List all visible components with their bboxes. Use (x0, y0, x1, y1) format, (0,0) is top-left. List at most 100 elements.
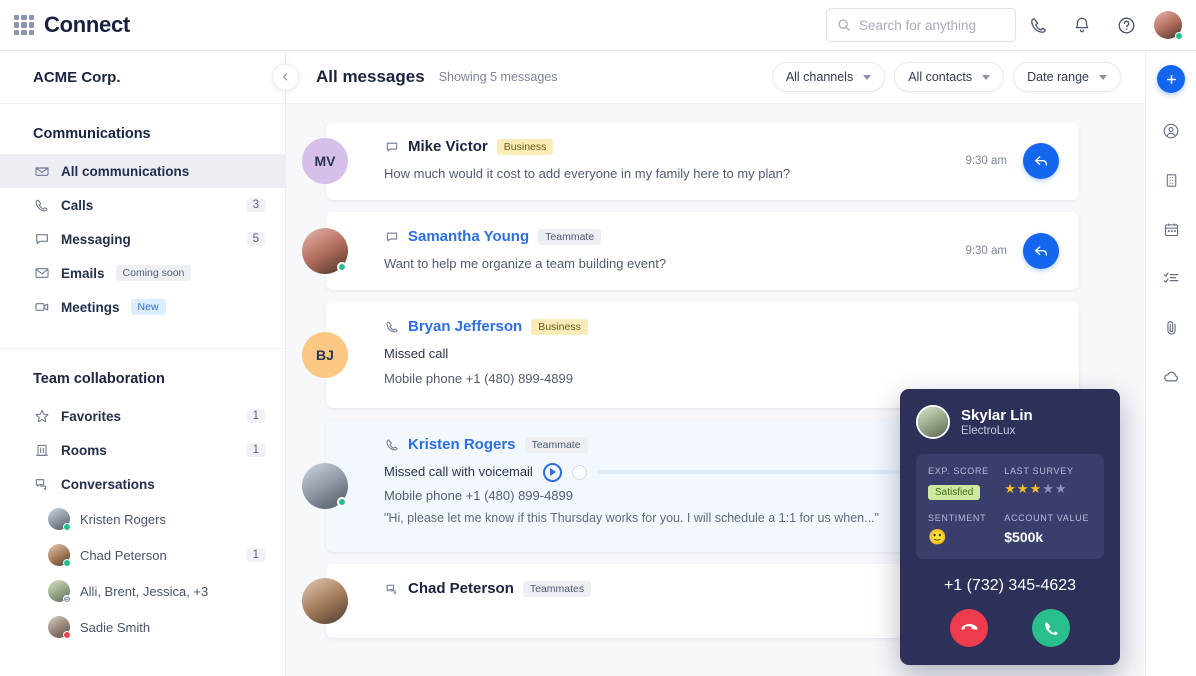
message-actions: 9:30 am (965, 233, 1059, 269)
organization-name: ACME Corp. (33, 68, 121, 86)
conversation-item-group[interactable]: 5 Alli, Brent, Jessica, +3 (0, 573, 285, 609)
rail-item-attachments[interactable] (1152, 308, 1190, 346)
contact-header: Skylar Lin ElectroLux (916, 405, 1104, 439)
conversation-name: Kristen Rogers (80, 511, 166, 527)
decline-call-button[interactable] (950, 609, 988, 647)
app-grid-icon[interactable] (14, 15, 34, 35)
phone-icon (384, 437, 399, 452)
sidebar-item-meetings[interactable]: Meetings New (0, 290, 285, 324)
message-header: Bryan Jefferson Business (384, 318, 1059, 335)
phone-icon (384, 319, 399, 334)
message-sender[interactable]: Kristen Rogers (408, 436, 516, 453)
filter-all-channels[interactable]: All channels (771, 62, 886, 92)
sidebar-section-title-communications: Communications (33, 126, 151, 142)
sidebar-item-conversations[interactable]: Conversations (0, 467, 285, 501)
reply-icon (1034, 156, 1048, 166)
building-icon (33, 442, 50, 459)
stat-label: LAST SURVEY (1004, 466, 1074, 476)
envelope-icon (33, 265, 50, 282)
group-member-count: 5 (63, 595, 71, 603)
stat-sentiment: SENTIMENT 🙂 (928, 513, 1004, 546)
accept-call-icon (1044, 621, 1058, 635)
status-badge: Satisfied (928, 485, 981, 500)
sidebar-item-badge: Coming soon (115, 265, 192, 281)
message-sender[interactable]: Mike Victor (408, 138, 488, 155)
rail-item-company[interactable] (1152, 161, 1190, 199)
conversation-name: Sadie Smith (80, 619, 151, 635)
sidebar-item-messaging[interactable]: Messaging 5 (0, 222, 285, 256)
app-root: Connect Search for anything ACME Corp. C… (0, 0, 1196, 676)
conversation-item-sadie-smith[interactable]: Sadie Smith (0, 609, 285, 645)
sidebar-item-count: 5 (246, 232, 265, 246)
message-sender[interactable]: Bryan Jefferson (408, 318, 522, 335)
reply-button[interactable] (1023, 143, 1059, 179)
video-icon (33, 299, 50, 316)
avatar: MV (302, 138, 348, 184)
sidebar-item-favorites[interactable]: Favorites 1 (0, 399, 285, 433)
filter-all-contacts[interactable]: All contacts (894, 62, 1005, 92)
star-icon-filled: ★ (1004, 481, 1016, 496)
phone-icon (33, 197, 50, 214)
sidebar-item-count: 3 (246, 198, 265, 212)
avatar-group: 5 (48, 580, 71, 603)
avatar-image (918, 407, 948, 437)
avatar[interactable] (1154, 11, 1183, 40)
add-button[interactable] (1157, 65, 1185, 93)
conversation-item-chad-peterson[interactable]: Chad Peterson 1 (0, 537, 285, 573)
status-indicator-online (337, 262, 347, 272)
sidebar-item-rooms[interactable]: Rooms 1 (0, 433, 285, 467)
message-tag: Teammates (522, 580, 592, 597)
contact-stats: EXP. SCORE Satisfied LAST SURVEY ★ ★ ★ ★… (916, 454, 1104, 559)
conversation-name: Alli, Brent, Jessica, +3 (80, 583, 209, 599)
sidebar-item-label: Meetings (61, 299, 120, 315)
phone-button[interactable] (1016, 3, 1060, 47)
reply-button[interactable] (1023, 233, 1059, 269)
message-tag: Teammate (538, 228, 602, 245)
avatar: BJ (302, 332, 348, 378)
chat-icon (384, 139, 399, 154)
message-card-samantha-young[interactable]: Samantha Young Teammate Want to help me … (302, 212, 1079, 290)
sidebar-collapse-button[interactable] (272, 63, 299, 91)
star-icon-filled: ★ (1029, 481, 1042, 496)
sidebar-item-all-communications[interactable]: All communications (0, 154, 285, 188)
play-icon[interactable] (542, 462, 562, 482)
stat-label: SENTIMENT (928, 513, 987, 523)
rail-item-cloud[interactable] (1152, 357, 1190, 395)
search-input[interactable]: Search for anything (826, 8, 1016, 42)
sidebar-item-emails[interactable]: Emails Coming soon (0, 256, 285, 290)
accept-call-button[interactable] (1032, 609, 1070, 647)
rail-item-calendar[interactable] (1152, 210, 1190, 248)
message-body: Bryan Jefferson Business Missed call Mob… (384, 318, 1059, 389)
voicemail-scrubber-handle[interactable] (571, 464, 587, 480)
status-indicator-online (63, 523, 71, 531)
conversations-icon (384, 581, 399, 596)
sidebar-item-calls[interactable]: Calls 3 (0, 188, 285, 222)
avatar (48, 544, 71, 567)
rail-item-tasks[interactable] (1152, 259, 1190, 297)
organization-row: ACME Corp. (0, 51, 299, 104)
rail-item-contacts[interactable] (1152, 112, 1190, 150)
star-icon-empty: ★ (1054, 481, 1067, 496)
message-sender[interactable]: Samantha Young (408, 228, 529, 245)
avatar (302, 578, 348, 624)
tasks-icon (1163, 272, 1179, 283)
search-icon (838, 19, 850, 31)
sidebar-item-label: Rooms (61, 442, 107, 458)
stat-exp-score: EXP. SCORE Satisfied (928, 466, 1004, 500)
message-body: Samantha Young Teammate Want to help me … (384, 228, 1059, 274)
avatar (302, 228, 348, 274)
incoming-call-card[interactable]: Skylar Lin ElectroLux EXP. SCORE Satisfi… (900, 389, 1120, 665)
filter-date-range[interactable]: Date range (1013, 62, 1121, 92)
cloud-icon (1163, 371, 1178, 381)
help-button[interactable] (1104, 3, 1148, 47)
stat-account-value: ACCOUNT VALUE $500k (1004, 513, 1092, 546)
message-timestamp: 9:30 am (965, 245, 1007, 257)
message-card-mike-victor[interactable]: MV Mike Victor Business How much would i… (302, 122, 1079, 200)
top-bar: Connect Search for anything (0, 0, 1196, 51)
main-header: All messages Showing 5 messages All chan… (286, 51, 1145, 104)
message-sender[interactable]: Chad Peterson (408, 580, 514, 597)
bell-icon (1075, 17, 1089, 33)
star-icon (33, 408, 50, 425)
conversation-item-kristen-rogers[interactable]: Kristen Rogers (0, 501, 285, 537)
notifications-button[interactable] (1060, 3, 1104, 47)
